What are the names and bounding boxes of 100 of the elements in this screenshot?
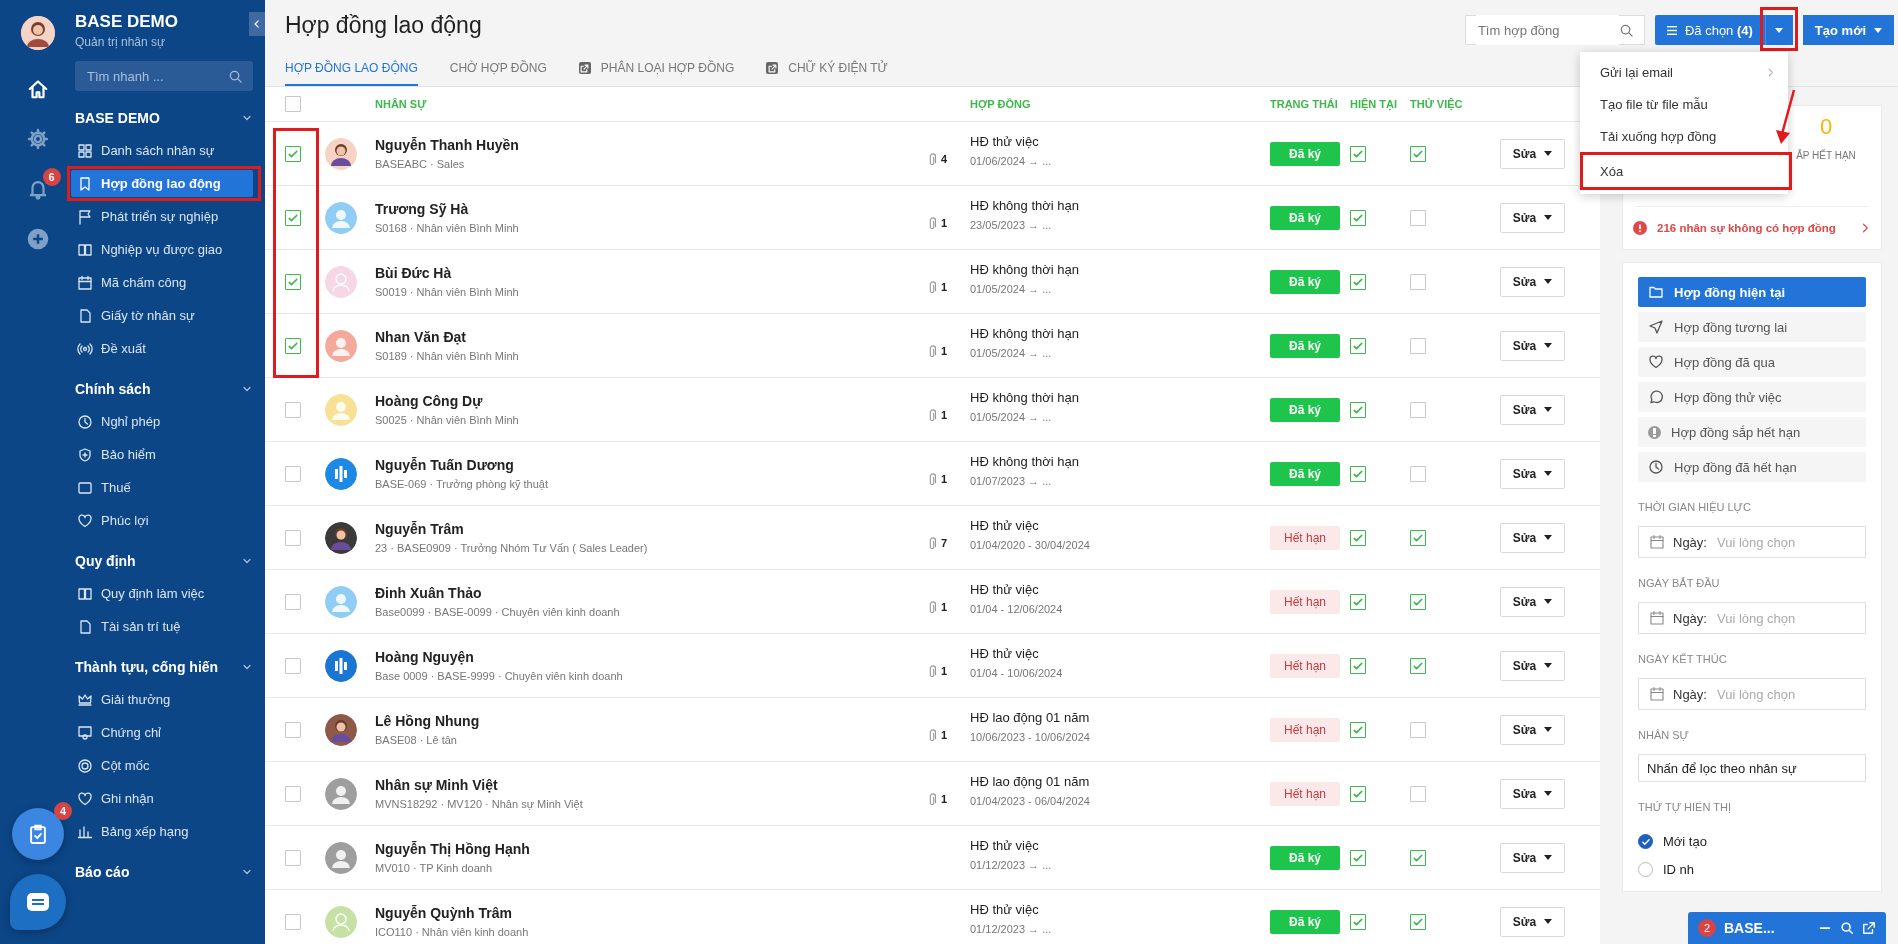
create-button[interactable]: Tạo mới [1802, 15, 1894, 45]
caret-button[interactable] [1764, 15, 1793, 45]
checkbox[interactable] [1350, 721, 1366, 738]
employee-name[interactable]: Nguyễn Thanh Huyền [375, 137, 519, 153]
checkbox[interactable] [285, 145, 301, 162]
contract-search-field[interactable]: Tìm hợp đồng [1464, 15, 1645, 45]
group-title[interactable]: BASE DEMO [75, 110, 160, 126]
edit-button[interactable]: Sửa [1500, 138, 1565, 169]
sidebar-item[interactable]: Bảng xếp hạng [75, 818, 253, 845]
sidebar-item[interactable]: Giải thưởng [75, 686, 253, 713]
edit-button[interactable]: Sửa [1500, 202, 1565, 233]
employee-name[interactable]: Nguyễn Thị Hồng Hạnh [375, 841, 530, 857]
edit-button[interactable]: Sửa [1500, 650, 1565, 681]
employee-name[interactable]: Trương Sỹ Hà [375, 201, 469, 217]
checkbox[interactable] [1350, 273, 1366, 290]
sidebar-item[interactable]: Mã chấm công [75, 269, 253, 296]
checkbox[interactable] [285, 273, 301, 290]
edit-button[interactable]: Sửa [1500, 330, 1565, 361]
avatar-icon[interactable] [20, 16, 55, 50]
edit-button[interactable]: Sửa [1500, 394, 1565, 425]
date-field[interactable]: Ngày: Vui lòng chọn [1638, 526, 1866, 558]
checkbox[interactable] [1410, 209, 1426, 226]
checkbox[interactable] [1410, 657, 1426, 674]
attachment-count[interactable]: 4 [925, 140, 970, 167]
checkbox[interactable] [285, 96, 301, 112]
sort-option[interactable]: ID nh [1638, 862, 1866, 877]
sidebar-item[interactable]: Đề xuất [75, 335, 253, 362]
employee-name[interactable]: Lê Hồng Nhung [375, 713, 480, 729]
checkbox[interactable] [285, 593, 301, 610]
checkbox[interactable] [1350, 913, 1366, 930]
checkbox[interactable] [1410, 337, 1426, 354]
menu-item[interactable]: Tạo file từ file mẫu [1580, 88, 1788, 120]
attachment-count[interactable]: 7 [925, 524, 970, 551]
checkbox[interactable] [1350, 529, 1366, 546]
employee-name[interactable]: Đinh Xuân Thảo [375, 585, 482, 601]
sidebar-item[interactable]: Giấy tờ nhân sự [75, 302, 253, 329]
checkbox[interactable] [285, 657, 301, 674]
edit-button[interactable]: Sửa [1500, 266, 1565, 297]
checkbox[interactable] [285, 529, 301, 546]
group-title[interactable]: Chính sách [75, 381, 151, 397]
attachment-count[interactable]: 1 [925, 396, 970, 423]
attachment-count[interactable]: 1 [925, 460, 970, 487]
checkbox[interactable] [1410, 401, 1426, 418]
attachment-count[interactable]: 1 [925, 588, 970, 615]
employee-name[interactable]: Nguyễn Tuấn Dương [375, 457, 514, 473]
search-input[interactable]: Tìm nhanh ... [85, 60, 228, 92]
edit-button[interactable]: Sửa [1500, 714, 1565, 745]
checkbox[interactable] [1410, 913, 1426, 930]
menu-item[interactable]: Tải xuống hợp đồng [1580, 120, 1788, 152]
attachment-count[interactable]: 1 [925, 652, 970, 679]
employee-name[interactable]: Nguyễn Quỳnh Trâm [375, 905, 512, 921]
sidebar-item[interactable]: Phúc lợi [75, 507, 253, 534]
edit-button[interactable]: Sửa [1500, 778, 1565, 809]
edit-button[interactable]: Sửa [1500, 842, 1565, 873]
checkbox[interactable] [285, 785, 301, 802]
sidebar-item[interactable]: Nghỉ phép [75, 408, 253, 435]
filter-item[interactable]: Hợp đồng sắp hết hạn [1638, 417, 1866, 447]
checkbox[interactable] [285, 209, 301, 226]
checkbox[interactable] [1410, 849, 1426, 866]
checkbox[interactable] [1410, 145, 1426, 162]
quick-search-field[interactable]: Tìm nhanh ... [75, 61, 253, 91]
checkbox[interactable] [285, 913, 301, 930]
collapse-button[interactable] [249, 12, 265, 36]
group-title[interactable]: Báo cáo [75, 864, 130, 880]
checkbox[interactable] [285, 721, 301, 738]
add-icon[interactable] [26, 228, 49, 250]
employee-name[interactable]: Nguyễn Trâm [375, 521, 464, 537]
checkbox[interactable] [1350, 849, 1366, 866]
employee-name[interactable]: Hoàng Nguyện [375, 649, 474, 665]
checkbox[interactable] [285, 465, 301, 482]
search-input[interactable]: Tìm hợp đồng [1475, 15, 1619, 45]
checkbox[interactable] [1350, 209, 1366, 226]
attachment-count[interactable]: 1 [925, 780, 970, 807]
sidebar-item[interactable]: Thuế [75, 474, 253, 501]
sidebar-item[interactable]: Nghiệp vụ được giao [75, 236, 253, 263]
tab[interactable]: CHỜ HỢP ĐỒNG [449, 57, 547, 86]
warning-link[interactable]: 216 nhân sự không có hợp đồng [1657, 222, 1849, 234]
group-title[interactable]: Thành tựu, cống hiến [75, 659, 219, 675]
radio-button[interactable] [1638, 862, 1653, 877]
sidebar-item[interactable]: Cột mốc [75, 752, 253, 779]
checkbox[interactable] [1350, 401, 1366, 418]
checkbox[interactable] [1350, 337, 1366, 354]
checkbox[interactable] [1350, 785, 1366, 802]
sort-option[interactable]: Mới tạo [1638, 834, 1866, 849]
filter-item[interactable]: Hợp đồng đã hết hạn [1638, 452, 1866, 482]
tab[interactable]: CHỮ KÝ ĐIỆN TỬ [766, 57, 888, 86]
edit-button[interactable]: Sửa [1500, 906, 1565, 937]
radio-button[interactable] [1638, 834, 1653, 849]
employee-name[interactable]: Nhân sự Minh Việt [375, 777, 498, 793]
filter-item[interactable]: Hợp đồng thử việc [1638, 382, 1866, 412]
filter-item[interactable]: Hợp đồng hiện tại [1638, 277, 1866, 307]
menu-item[interactable]: Xóa [1580, 152, 1792, 190]
staff-filter-field[interactable]: Nhấn để lọc theo nhân sự [1638, 754, 1866, 782]
checkbox[interactable] [1410, 465, 1426, 482]
sidebar-item[interactable]: Tài sản trí tuệ [75, 613, 253, 640]
sidebar-item[interactable]: Quy định làm việc [75, 580, 253, 607]
checkbox[interactable] [1350, 145, 1366, 162]
sidebar-item[interactable]: Hợp đồng lao động [71, 170, 253, 197]
attachment-count[interactable]: 1 [925, 716, 970, 743]
edit-button[interactable]: Sửa [1500, 458, 1565, 489]
